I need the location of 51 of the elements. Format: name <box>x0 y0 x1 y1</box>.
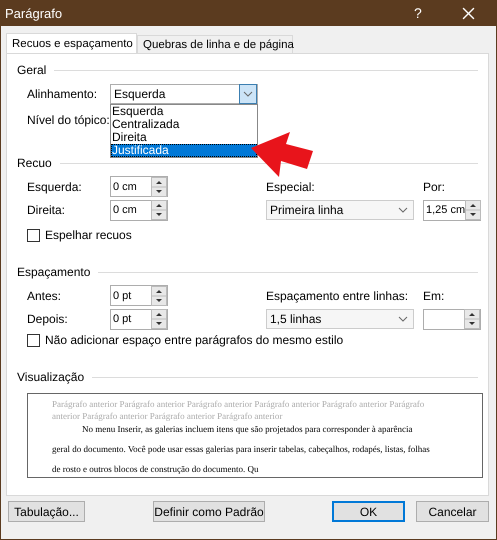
checkbox-label[interactable]: Espelhar recuos <box>45 228 132 242</box>
field-label: Antes: <box>27 288 62 302</box>
dropdown-option[interactable]: Esquerda <box>111 105 257 118</box>
field-label: Nível do tópico: <box>27 113 110 127</box>
dialog-button[interactable]: OK <box>332 501 405 522</box>
section-title: Recuo <box>17 156 52 170</box>
spin-field[interactable]: 0 cm <box>110 176 168 197</box>
field-label: Em: <box>423 288 444 302</box>
spinner-icon[interactable] <box>151 286 167 306</box>
spinner-icon[interactable] <box>151 309 167 329</box>
spin-field[interactable]: 0 pt <box>110 308 168 330</box>
section-title: Geral <box>17 63 46 77</box>
dropdown-option[interactable]: Direita <box>111 131 257 144</box>
spinner-icon[interactable] <box>465 200 482 220</box>
checkbox[interactable] <box>27 228 40 242</box>
spinner-icon[interactable] <box>151 176 167 196</box>
tab[interactable]: Recuos e espaçamento <box>6 33 137 53</box>
field-label: Alinhamento: <box>27 87 98 101</box>
field-label: Por: <box>423 180 446 194</box>
chevron-down-icon <box>239 84 257 104</box>
dropdown-option[interactable]: Centralizada <box>111 118 257 131</box>
spin-field[interactable]: 0 pt <box>110 285 168 306</box>
dropdown[interactable]: Esquerda <box>110 84 258 104</box>
help-button[interactable]: ? <box>414 5 428 21</box>
field-label: Direita: <box>27 203 66 217</box>
preview-text: No menu Inserir, as galerias incluem itens que são projetados para corresponder à aparência geral do documento. Você pode usar essas galerias para inserir tabelas, cabeçalhos, rodapés, listas, folhas de rosto e outros blocos de construção do documento. Qu <box>52 423 431 476</box>
dropdown[interactable]: Primeira linha <box>266 200 414 220</box>
spin-field[interactable] <box>423 308 481 330</box>
dropdown[interactable]: 1,5 linhas <box>266 309 414 329</box>
spinner-icon[interactable] <box>464 309 480 329</box>
section-title: Espaçamento <box>17 265 90 279</box>
dialog-button[interactable]: Tabulação... <box>8 501 85 522</box>
dialog-button[interactable]: Definir como Padrão <box>153 501 265 522</box>
tab[interactable]: Quebras de linha e de página <box>137 35 293 53</box>
field-label: Especial: <box>266 180 315 194</box>
chevron-down-icon <box>398 316 408 322</box>
field-label: Esquerda: <box>27 180 82 194</box>
field-label: Espaçamento entre linhas: <box>266 288 408 302</box>
dialog-button[interactable]: Cancelar <box>416 501 489 522</box>
preview-text: Parágrafo anterior Parágrafo anterior Parágrafo anterior Parágrafo anterior Parágrafo anterior Parágrafo anterior Parágrafo anterior Parágrafo anterior Parágrafo anterior <box>52 398 426 422</box>
checkbox[interactable] <box>27 334 40 346</box>
spinner-icon[interactable] <box>151 200 167 220</box>
field-label: Depois: <box>27 312 68 326</box>
checkbox-label[interactable]: Não adicionar espaço entre parágrafos do mesmo estilo <box>45 333 344 347</box>
spin-field[interactable]: 1,25 cm <box>423 200 481 220</box>
close-icon[interactable] <box>462 6 475 20</box>
section-title: Visualização <box>17 370 84 384</box>
dropdown-option[interactable]: Justificada <box>111 144 257 157</box>
chevron-down-icon <box>398 207 408 213</box>
window-title: Parágrafo <box>5 6 64 20</box>
spin-field[interactable]: 0 cm <box>110 200 168 220</box>
